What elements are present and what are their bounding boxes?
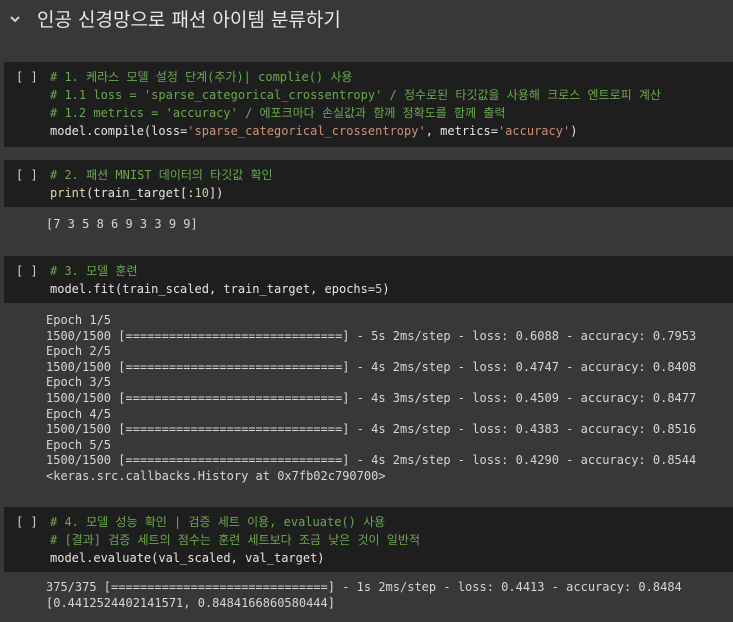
code-editor[interactable]: # 2. 패션 MNIST 데이터의 타깃값 확인 print(train_tar… [50,166,273,202]
code-token: 'accuracy' [497,124,571,138]
code-line: model.evaluate(val_scaled, val_target) [50,549,420,567]
output-line: Epoch 5/5 [46,437,112,452]
code-token: # 1.1 loss = 'sparse_categorical_crossen… [50,88,661,102]
output-line: 1500/1500 [=============================… [46,359,697,374]
output-line: 1500/1500 [=============================… [46,390,697,405]
code-token: ]) [208,186,224,200]
output-line: [0.4412524402141571, 0.8484166860580444] [46,595,335,610]
code-token: model.fit(train_scaled, train_target, ep… [50,282,376,296]
code-line: model.fit(train_scaled, train_target, ep… [50,280,390,298]
cell-output: Epoch 1/5 1500/1500 [====================… [46,313,696,485]
section-header[interactable]: 인공 신경망으로 패션 아이템 분류하기 [0,0,733,40]
code-token: # 1.2 metrics = 'accuracy' / 에포크마다 손실값과 … [50,106,506,120]
run-cell-button[interactable]: [ ] [16,515,38,529]
code-cell-4[interactable]: [ ] # 4. 모델 성능 확인 | 검증 세트 이용, evaluate()… [4,507,733,572]
output-line: Epoch 2/5 [46,344,112,359]
run-cell-button[interactable]: [ ] [16,70,38,84]
code-line: model.compile(loss='sparse_categorical_c… [50,122,661,140]
code-line: # 4. 모델 성능 확인 | 검증 세트 이용, evaluate() 사용 [50,513,420,531]
code-editor[interactable]: # 1. 케라스 모델 설정 단계(추가)| complie() 사용 # 1.1… [50,68,661,140]
code-token: print [50,186,87,200]
code-token: # 3. 모델 훈련 [50,264,138,278]
code-token: (train_target[: [86,186,195,200]
code-token: model.evaluate(val_scaled, val_target) [50,551,325,565]
code-token: 10 [194,186,209,200]
code-cell-2[interactable]: [ ] # 2. 패션 MNIST 데이터의 타깃값 확인 print(train… [4,160,733,207]
code-line: # 3. 모델 훈련 [50,262,390,280]
output-line: 1500/1500 [=============================… [46,422,697,437]
output-line: 1500/1500 [=============================… [46,453,697,468]
code-cell-1[interactable]: [ ] # 1. 케라스 모델 설정 단계(추가)| complie() 사용 #… [4,62,733,147]
cell-output: [7 3 5 8 6 9 3 3 9 9] [46,217,198,233]
cell-output: 375/375 [==============================]… [46,580,682,611]
code-token: # 1. 케라스 모델 설정 단계(추가)| complie() 사용 [50,70,353,84]
code-editor[interactable]: # 4. 모델 성능 확인 | 검증 세트 이용, evaluate() 사용 #… [50,513,420,567]
code-token: ) [382,282,390,296]
code-token: model.compile(loss= [50,124,188,138]
code-token: # [결과] 검증 세트의 점수는 훈련 세트보다 조금 낮은 것이 일반적 [50,533,420,547]
code-token: 'sparse_categorical_crossentropy' [187,124,426,138]
run-cell-button[interactable]: [ ] [16,264,38,278]
code-line: # 1.1 loss = 'sparse_categorical_crossen… [50,86,661,104]
code-line: # 2. 패션 MNIST 데이터의 타깃값 확인 [50,166,273,184]
code-editor[interactable]: # 3. 모델 훈련 model.fit(train_scaled, train_… [50,262,390,298]
output-line: Epoch 3/5 [46,375,112,390]
code-cell-3[interactable]: [ ] # 3. 모델 훈련 model.fit(train_scaled, tr… [4,256,733,303]
code-line: print(train_target[:10]) [50,184,273,202]
code-token: # 2. 패션 MNIST 데이터의 타깃값 확인 [50,168,273,182]
run-cell-button[interactable]: [ ] [16,168,38,182]
output-line: [7 3 5 8 6 9 3 3 9 9] [46,217,198,231]
output-line: <keras.src.callbacks.History at 0x7fb02c… [46,468,386,483]
code-token: # 4. 모델 성능 확인 | 검증 세트 이용, evaluate() 사용 [50,515,386,529]
chevron-down-icon[interactable] [8,12,22,26]
code-line: # [결과] 검증 세트의 점수는 훈련 세트보다 조금 낮은 것이 일반적 [50,531,420,549]
output-line: Epoch 1/5 [46,313,112,327]
output-line: 1500/1500 [=============================… [46,328,697,343]
output-line: Epoch 4/5 [46,406,112,421]
code-token: ) [570,124,578,138]
code-token: , metrics= [425,124,498,138]
code-line: # 1.2 metrics = 'accuracy' / 에포크마다 손실값과 … [50,104,661,122]
output-line: 375/375 [==============================]… [46,580,682,594]
section-title: 인공 신경망으로 패션 아이템 분류하기 [37,9,341,31]
code-line: # 1. 케라스 모델 설정 단계(추가)| complie() 사용 [50,68,661,86]
